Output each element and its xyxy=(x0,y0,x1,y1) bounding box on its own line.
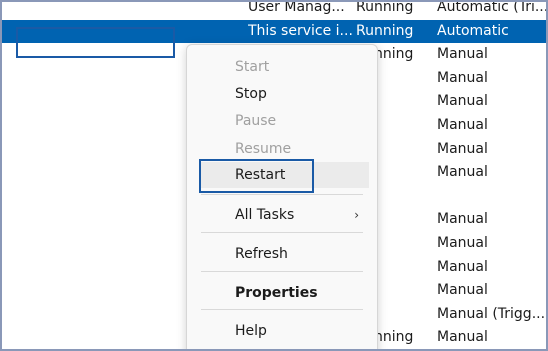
service-startup-type: Manual xyxy=(437,211,488,228)
service-startup-type: Manual xyxy=(437,140,488,157)
menu-item-help[interactable]: Help xyxy=(187,318,377,344)
menu-separator xyxy=(201,309,363,310)
service-startup-type: Manual xyxy=(437,235,488,251)
service-startup-type: Automatic (Tri... xyxy=(437,0,546,15)
menu-separator xyxy=(201,194,363,195)
service-row[interactable]: User ManagerUser Manag...RunningAutomati… xyxy=(2,0,546,20)
menu-item-start[interactable]: Start xyxy=(187,54,377,80)
menu-separator xyxy=(201,271,363,272)
service-description: This service i... xyxy=(248,22,352,39)
menu-item-refresh[interactable]: Refresh xyxy=(187,241,377,267)
menu-item-stop[interactable]: Stop xyxy=(187,81,377,107)
service-startup-type: Manual xyxy=(437,329,488,346)
context-menu: Start Stop Pause Resume Restart All Task… xyxy=(186,44,378,349)
service-status: Running xyxy=(356,0,414,15)
service-startup-type: Manual (Trigg... xyxy=(437,305,546,322)
menu-item-all-tasks[interactable]: All Tasks › xyxy=(187,202,377,228)
menu-separator xyxy=(201,232,363,233)
service-startup-type: Manual xyxy=(437,164,488,181)
service-description: User Manag... xyxy=(248,0,345,15)
services-window: User ManagerUser Manag...RunningAutomati… xyxy=(0,0,548,351)
menu-item-resume[interactable]: Resume xyxy=(187,136,377,162)
service-startup-type: Automatic xyxy=(437,22,509,39)
service-startup-type: Manual xyxy=(437,258,488,275)
menu-item-properties[interactable]: Properties xyxy=(187,280,377,306)
menu-item-restart[interactable]: Restart xyxy=(201,162,369,188)
service-startup-type: Manual xyxy=(437,46,488,63)
service-row[interactable]: User Profile ServiceThis service i...Run… xyxy=(2,19,546,44)
service-status: Running xyxy=(356,22,414,39)
service-startup-type: Manual xyxy=(437,93,488,110)
chevron-right-icon: › xyxy=(354,208,359,222)
service-startup-type: Manual xyxy=(437,69,488,86)
service-startup-type: Manual xyxy=(437,282,488,299)
menu-item-pause[interactable]: Pause xyxy=(187,108,377,134)
menu-item-all-tasks-label: All Tasks xyxy=(235,207,295,223)
service-startup-type: Manual xyxy=(437,117,488,133)
